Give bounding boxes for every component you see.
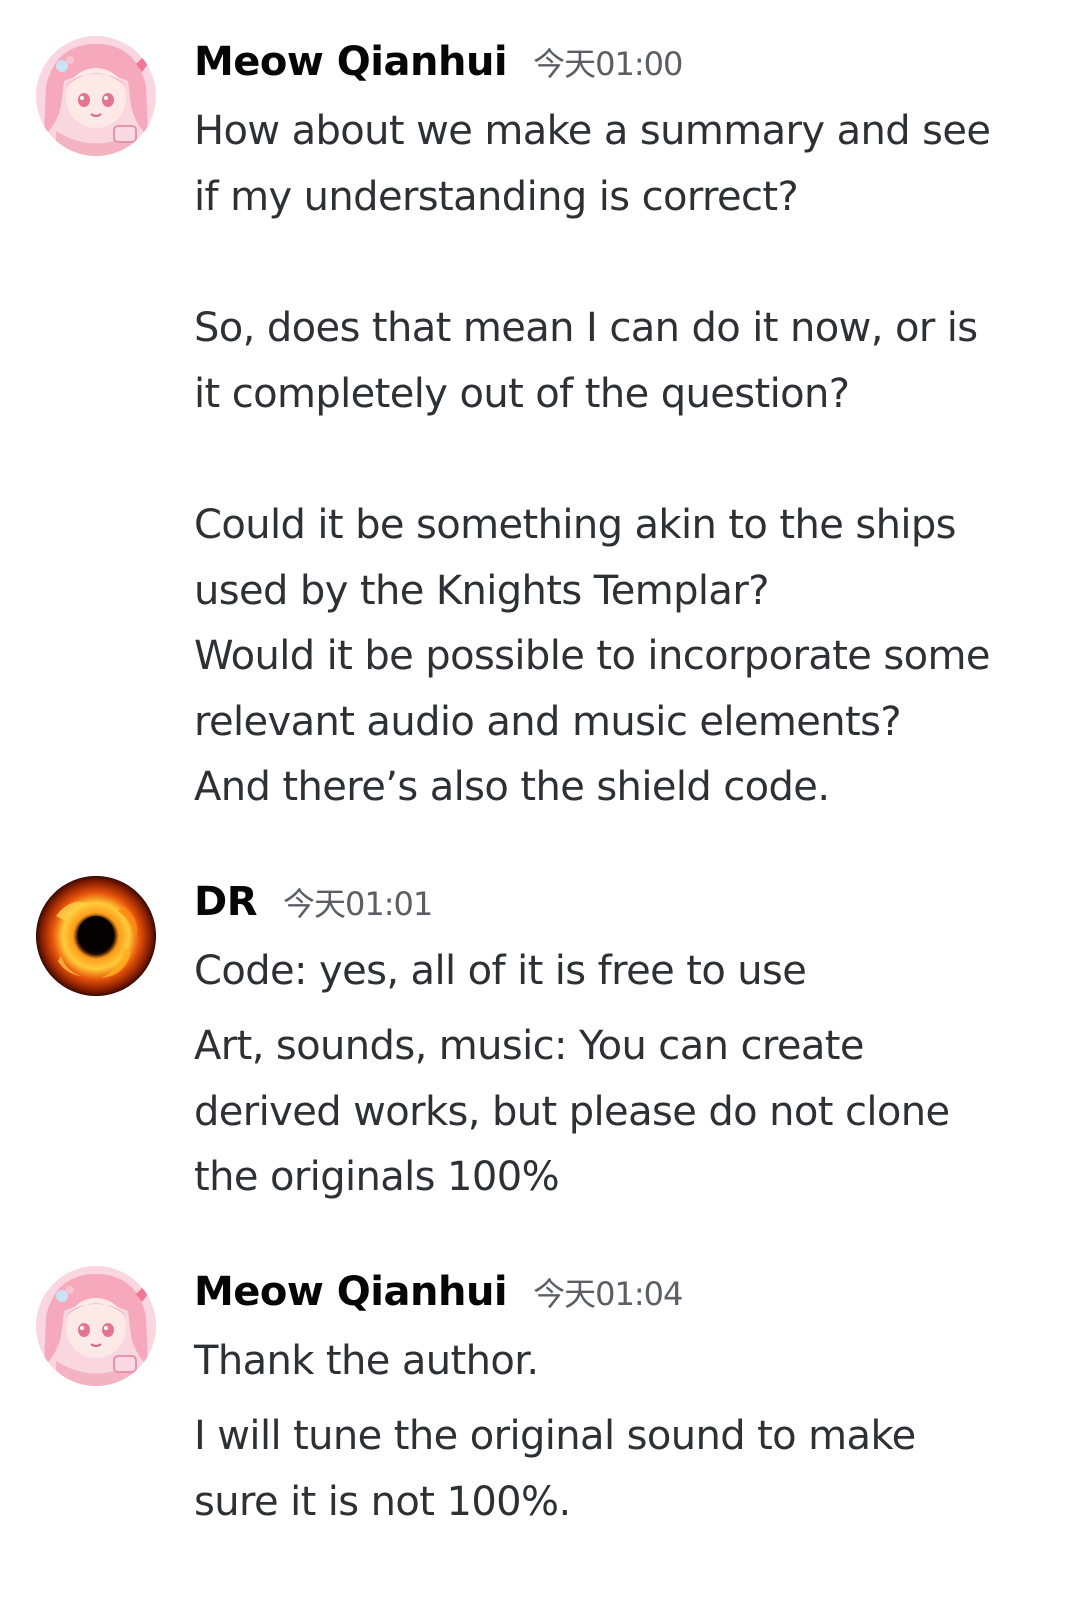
message-text: Thank the author.: [194, 1338, 539, 1384]
timestamp: 今天01:04: [533, 1275, 683, 1313]
timestamp: 今天01:00: [533, 45, 683, 83]
pink-anime-girl-avatar-icon: [36, 36, 156, 156]
author-name[interactable]: Meow Qianhui: [194, 39, 508, 85]
user-avatar[interactable]: [36, 36, 156, 156]
pink-anime-girl-avatar-icon: [36, 1266, 156, 1386]
message-text: Code: yes, all of it is free to use: [194, 948, 807, 994]
timestamp: 今天01:01: [283, 885, 433, 923]
message-text: if my understanding is correct?: [194, 174, 799, 220]
message-text: derived works, but please do not clone: [194, 1089, 950, 1135]
message-text: So, does that mean I can do it now, or i…: [194, 305, 978, 351]
message-text: And there’s also the shield code.: [194, 764, 830, 810]
message-text: Art, sounds, music: You can create: [194, 1023, 864, 1069]
message-text: it completely out of the question?: [194, 371, 850, 417]
message-text: How about we make a summary and see: [194, 108, 991, 154]
message-header: Meow Qianhui 今天01:00: [194, 39, 683, 99]
message-text: Could it be something akin to the ships: [194, 502, 957, 548]
message-header: DR 今天01:01: [194, 879, 433, 939]
message-text: relevant audio and music elements?: [194, 699, 902, 745]
user-avatar[interactable]: [36, 876, 156, 996]
message-text: the originals 100%: [194, 1154, 560, 1200]
message-text: I will tune the original sound to make: [194, 1413, 916, 1459]
author-name[interactable]: DR: [194, 879, 258, 925]
message-text: sure it is not 100%.: [194, 1479, 571, 1525]
message-text: used by the Knights Templar?: [194, 568, 769, 614]
fiery-black-hole-avatar-icon: [36, 876, 156, 996]
message-text: Would it be possible to incorporate some: [194, 633, 991, 679]
author-name[interactable]: Meow Qianhui: [194, 1269, 508, 1315]
message-header: Meow Qianhui 今天01:04: [194, 1269, 683, 1329]
user-avatar[interactable]: [36, 1266, 156, 1386]
